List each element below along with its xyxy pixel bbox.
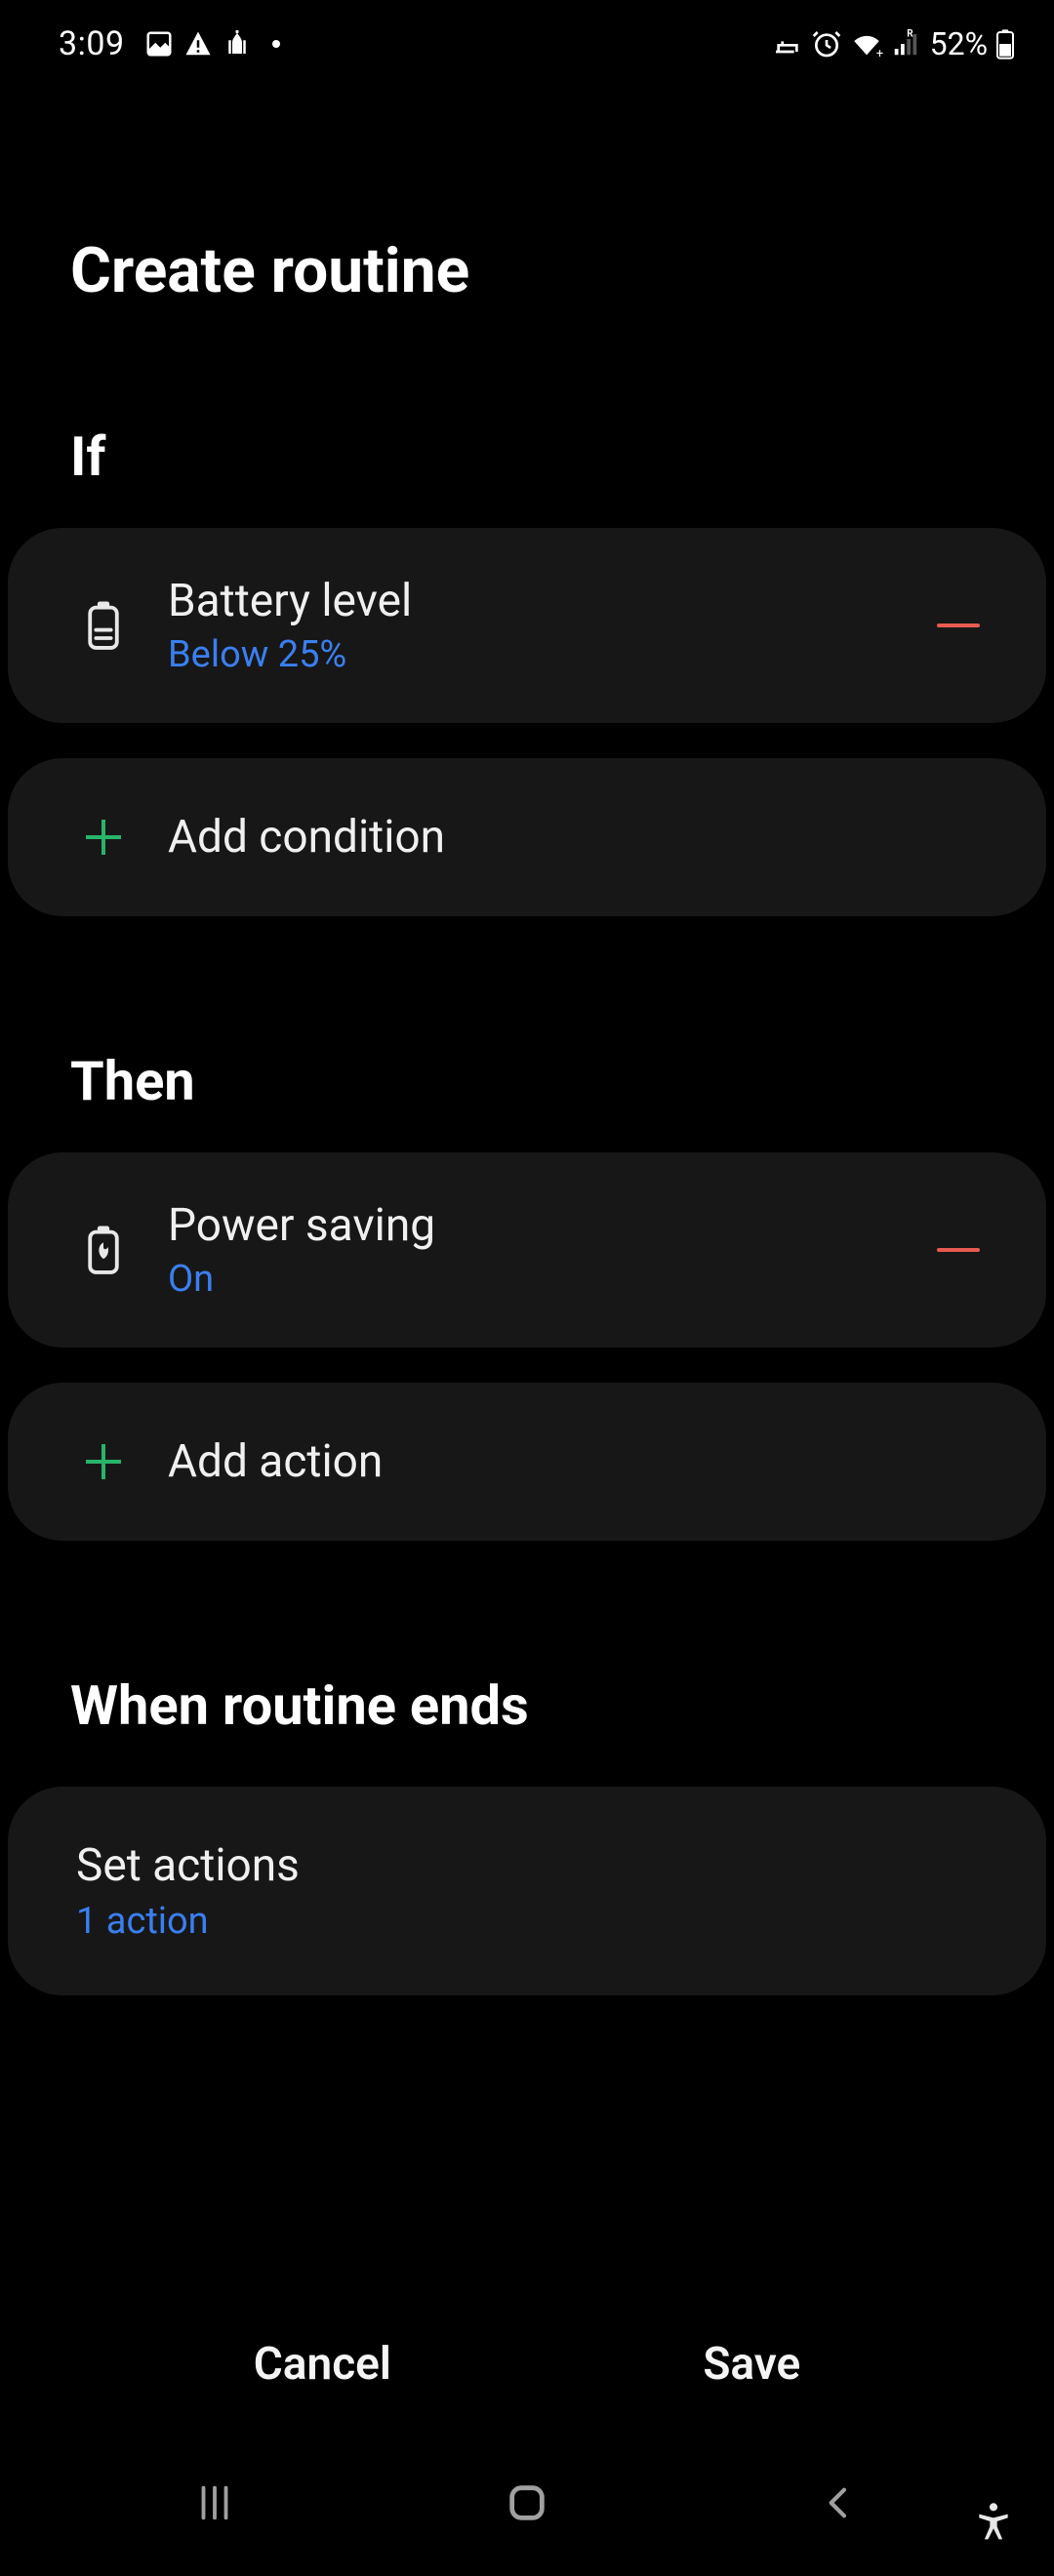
status-bar: 3:09 (0, 0, 1054, 88)
footer-buttons: Cancel Save (0, 2318, 1054, 2410)
minus-icon (937, 624, 980, 627)
add-action-label: Add action (168, 1435, 383, 1488)
power-saving-icon (76, 1225, 131, 1275)
minus-icon (937, 1248, 980, 1252)
back-button[interactable] (766, 2483, 912, 2522)
set-actions-title: Set actions (76, 1839, 300, 1892)
action-title: Power saving (168, 1199, 892, 1252)
navigation-bar (0, 2439, 1054, 2576)
then-section: Then Power saving On (0, 951, 1054, 1576)
if-section: If Battery level Below 25% (0, 307, 1054, 951)
action-sub: On (168, 1258, 892, 1301)
recents-button[interactable] (142, 2480, 288, 2525)
battery-percentage: 52% (930, 25, 988, 62)
svg-text:R: R (907, 29, 913, 40)
dnd-icon (772, 28, 803, 60)
condition-title: Battery level (168, 575, 892, 627)
plus-icon (76, 814, 131, 861)
remove-condition-button[interactable] (929, 624, 988, 627)
condition-sub: Below 25% (168, 633, 892, 676)
image-icon (144, 29, 174, 59)
save-button[interactable]: Save (664, 2318, 839, 2410)
add-condition-button[interactable]: Add condition (8, 758, 1046, 916)
home-button[interactable] (454, 2480, 600, 2525)
action-power-saving[interactable]: Power saving On (8, 1152, 1046, 1348)
set-actions-button[interactable]: Set actions 1 action (8, 1787, 1046, 1995)
status-time: 3:09 (59, 24, 125, 63)
condition-battery-level[interactable]: Battery level Below 25% (8, 528, 1046, 723)
status-left: 3:09 (59, 24, 281, 63)
ends-section: When routine ends Set actions 1 action (0, 1576, 1054, 2031)
svg-text:+: + (876, 47, 883, 60)
cancel-button[interactable]: Cancel (215, 2318, 430, 2410)
mosque-icon (223, 29, 252, 59)
battery-level-icon (76, 600, 131, 651)
dot-icon (271, 39, 281, 49)
signal-icon: R (891, 29, 920, 59)
status-right: + R 52% (772, 25, 1015, 62)
plus-icon (76, 1438, 131, 1485)
wifi-icon: + (850, 27, 883, 60)
header: Create routine (0, 88, 1054, 307)
remove-action-button[interactable] (929, 1248, 988, 1252)
ends-section-header: When routine ends (8, 1576, 1046, 1777)
warning-icon (183, 29, 213, 59)
battery-icon (995, 28, 1015, 60)
add-action-button[interactable]: Add action (8, 1383, 1046, 1541)
page-title: Create routine (70, 234, 984, 307)
accessibility-button[interactable] (972, 2500, 1015, 2547)
if-section-header: If (8, 307, 1046, 528)
set-actions-sub: 1 action (76, 1900, 209, 1943)
then-section-header: Then (8, 951, 1046, 1152)
add-condition-label: Add condition (168, 811, 445, 864)
alarm-icon (811, 28, 842, 60)
